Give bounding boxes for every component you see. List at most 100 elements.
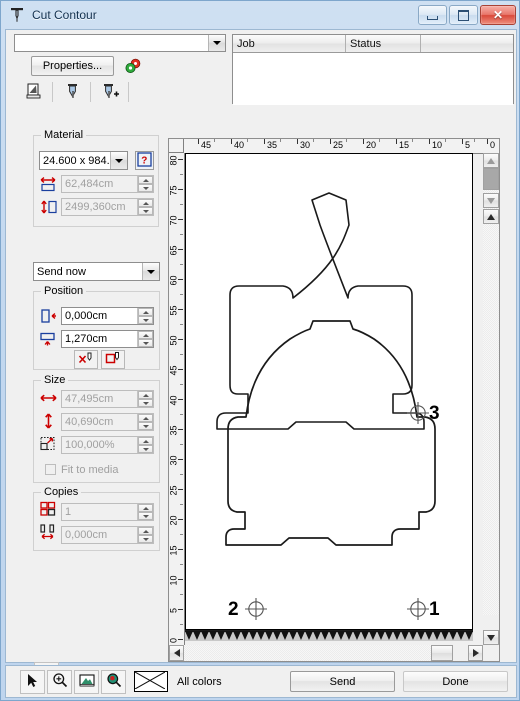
registration-mark-1-label: 1 — [429, 599, 440, 620]
chevron-down-icon[interactable] — [142, 263, 159, 280]
fit-to-window-icon — [78, 673, 95, 690]
set-origin-button[interactable] — [101, 350, 125, 369]
vertical-ruler[interactable]: 80 75 70 65 60 55 50 45 40 35 30 25 20 1… — [169, 153, 185, 661]
media-width-input[interactable]: 62,484cm — [61, 175, 154, 193]
maximize-button[interactable] — [449, 5, 478, 25]
scroll-up-button[interactable] — [483, 153, 499, 168]
status-column-header[interactable]: Status — [346, 35, 421, 52]
cut-job-icon — [63, 81, 83, 104]
media-width-icon — [39, 176, 59, 195]
zoom-in-button[interactable] — [47, 669, 72, 694]
copies-count-value: 1 — [65, 506, 72, 518]
job-list[interactable]: Job Status — [232, 34, 514, 105]
settings-button[interactable] — [120, 55, 146, 79]
media-height-input[interactable]: 2499,360cm — [61, 198, 154, 216]
clear-origin-icon — [78, 351, 95, 369]
vertical-scrollbar[interactable] — [483, 153, 499, 645]
send-mode-combo[interactable]: Send now — [33, 262, 160, 281]
chevron-down-icon[interactable] — [208, 35, 225, 51]
registration-mark-2 — [245, 598, 267, 620]
canvas-panel: 45 40 35 30 25 20 15 10 5 0 80 75 70 65 … — [168, 138, 500, 662]
done-button[interactable]: Done — [403, 671, 508, 692]
cut-job-button[interactable] — [60, 80, 86, 104]
position-x-input[interactable]: 0,000cm — [61, 307, 154, 325]
position-y-icon — [39, 331, 59, 350]
size-width-input[interactable]: 47,495cm — [61, 390, 154, 408]
zoom-region-button[interactable] — [101, 669, 126, 694]
position-legend: Position — [41, 285, 87, 297]
select-arrow-button[interactable] — [20, 669, 45, 694]
extra-column-header[interactable] — [421, 35, 513, 52]
scroll-left-button[interactable] — [169, 645, 184, 661]
registration-mark-3 — [407, 402, 429, 424]
position-x-stepper[interactable] — [137, 308, 153, 324]
media-height-stepper[interactable] — [137, 199, 153, 215]
size-scale-icon — [39, 436, 59, 455]
horizontal-scrollbar[interactable] — [169, 645, 483, 661]
fit-to-media-checkbox[interactable] — [45, 464, 56, 475]
size-scale-input[interactable]: 100,000% — [61, 436, 154, 454]
media-height-value: 2499,360cm — [65, 201, 126, 213]
clear-origin-button[interactable] — [74, 350, 98, 369]
chevron-down-icon[interactable] — [110, 152, 127, 169]
window-title: Cut Contour — [32, 8, 97, 22]
size-width-stepper[interactable] — [137, 391, 153, 407]
properties-button[interactable]: Properties... — [31, 56, 114, 76]
position-y-value: 1,270cm — [65, 333, 108, 345]
horizontal-scroll-track[interactable] — [184, 645, 453, 661]
all-colors-label: All colors — [177, 675, 222, 688]
vertical-scroll-thumb[interactable] — [483, 168, 499, 190]
scroll-page-down-button[interactable] — [483, 193, 499, 208]
registration-mark-2-label: 2 — [228, 599, 239, 620]
zoom-in-icon — [52, 672, 68, 691]
size-height-input[interactable]: 40,690cm — [61, 413, 154, 431]
size-scale-stepper[interactable] — [137, 437, 153, 453]
minimize-icon — [427, 15, 438, 20]
scroll-right-button[interactable] — [468, 645, 483, 661]
all-colors-swatch-icon[interactable] — [134, 671, 168, 692]
copies-count-stepper[interactable] — [137, 504, 153, 520]
send-to-cutter-button[interactable] — [22, 80, 48, 104]
send-mode-value: Send now — [37, 265, 86, 278]
set-origin-icon — [105, 351, 122, 369]
cut-contour-path[interactable] — [186, 154, 474, 631]
horizontal-ruler[interactable]: 45 40 35 30 25 20 15 10 5 0 — [184, 139, 499, 154]
size-scale-value: 100,000% — [65, 439, 115, 451]
position-y-stepper[interactable] — [137, 331, 153, 347]
add-cut-job-button[interactable] — [98, 80, 124, 104]
scroll-down-button[interactable] — [483, 630, 499, 645]
close-button[interactable]: ✕ — [480, 5, 516, 25]
horizontal-scroll-thumb[interactable] — [431, 645, 453, 661]
job-list-body[interactable] — [233, 53, 513, 105]
cutter-teeth-strip — [185, 630, 473, 641]
device-combo[interactable] — [14, 34, 226, 52]
vertical-scroll-track[interactable] — [483, 168, 499, 615]
copies-spacing-input[interactable]: 0,000cm — [61, 526, 154, 544]
fit-to-window-button[interactable] — [74, 669, 99, 694]
material-preset-combo[interactable]: 24.600 x 984.0 — [39, 151, 128, 170]
minimize-button[interactable] — [418, 5, 447, 25]
scroll-page-up-button[interactable] — [483, 209, 499, 224]
media-info-button[interactable]: ? — [135, 151, 154, 170]
position-x-icon — [39, 308, 59, 327]
send-to-cutter-icon — [25, 81, 45, 104]
media-width-stepper[interactable] — [137, 176, 153, 192]
copies-count-icon — [39, 501, 59, 520]
registration-mark-3-label: 3 — [429, 403, 440, 424]
media-sheet[interactable]: 1 2 3 — [185, 153, 473, 630]
copies-spacing-stepper[interactable] — [137, 527, 153, 543]
media-width-value: 62,484cm — [65, 178, 114, 190]
toolbar-separator-1 — [52, 82, 53, 102]
size-width-icon — [39, 390, 59, 409]
zoom-region-icon — [106, 672, 122, 691]
job-column-header[interactable]: Job — [233, 35, 346, 52]
send-button[interactable]: Send — [290, 671, 395, 692]
close-icon: ✕ — [492, 8, 504, 22]
copies-spacing-value: 0,000cm — [65, 529, 108, 541]
size-height-stepper[interactable] — [137, 414, 153, 430]
copies-spacing-icon — [39, 524, 59, 543]
size-legend: Size — [41, 374, 69, 386]
copies-count-input[interactable]: 1 — [61, 503, 154, 521]
material-legend: Material — [41, 129, 87, 141]
position-y-input[interactable]: 1,270cm — [61, 330, 154, 348]
